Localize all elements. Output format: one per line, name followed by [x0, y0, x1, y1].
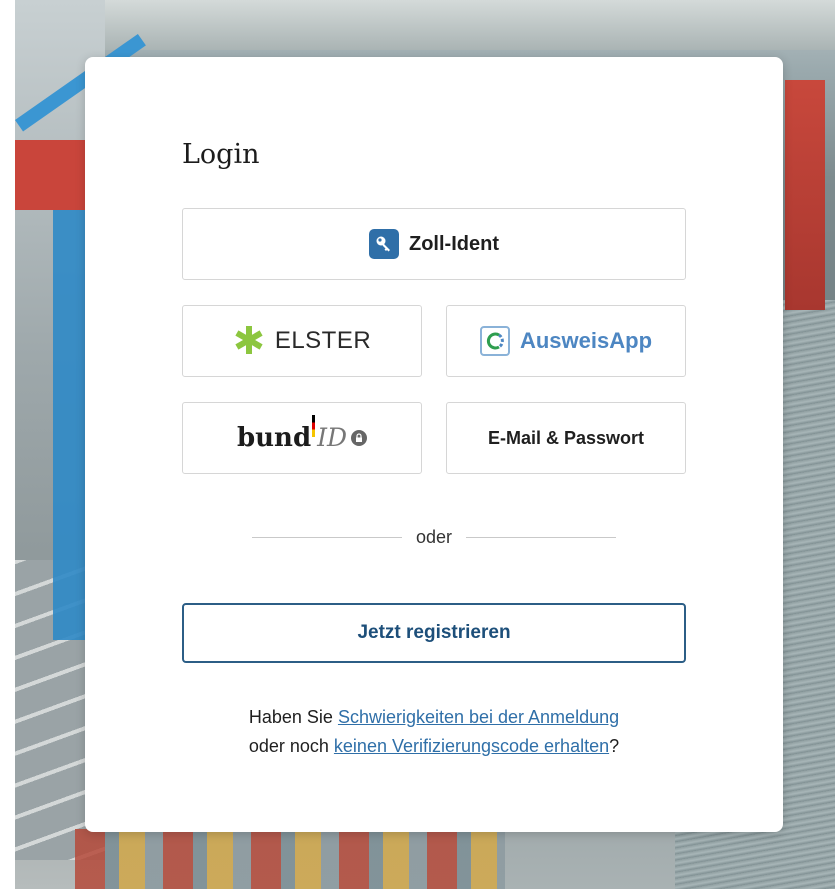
- login-card: Login Zoll-Ident ELSTER AusweisApp bund …: [85, 57, 783, 832]
- bg-containers: [75, 829, 505, 889]
- divider: oder: [252, 525, 616, 549]
- bundid-label-bund: bund: [236, 423, 312, 453]
- bundid-id-text: ID: [317, 423, 348, 452]
- verification-code-link[interactable]: keinen Verifizierungscode erhalten: [334, 736, 609, 756]
- bg-crane-blue: [53, 140, 87, 640]
- divider-line-right: [466, 536, 616, 538]
- ausweisapp-button[interactable]: AusweisApp: [446, 305, 686, 377]
- ausweisapp-label: AusweisApp: [519, 328, 653, 353]
- bg-crane-red: [15, 140, 85, 210]
- login-trouble-link[interactable]: Schwierigkeiten bei der Anmeldung: [338, 707, 619, 727]
- email-password-label: E-Mail & Passwort: [487, 427, 645, 448]
- elster-label: ELSTER: [274, 327, 372, 354]
- star-icon: [233, 324, 265, 363]
- help-text: Haben Sie Schwierigkeiten bei der Anmeld…: [182, 703, 686, 761]
- help-suffix: ?: [609, 736, 620, 756]
- email-password-button[interactable]: E-Mail & Passwort: [446, 402, 686, 474]
- divider-line-left: [252, 536, 402, 538]
- help-middle: oder noch: [248, 736, 334, 756]
- page-title: Login: [182, 139, 260, 170]
- lock-icon: [351, 430, 368, 446]
- elster-button[interactable]: ELSTER: [182, 305, 422, 377]
- zoll-ident-button[interactable]: Zoll-Ident: [182, 208, 686, 280]
- key-icon: [369, 229, 399, 259]
- register-label: Jetzt registrieren: [357, 622, 511, 643]
- help-prefix: Haben Sie: [248, 707, 338, 727]
- register-button[interactable]: Jetzt registrieren: [182, 603, 686, 663]
- zoll-ident-label: Zoll-Ident: [409, 232, 499, 255]
- bundid-logo: bund ID: [236, 415, 368, 453]
- flag-mark-icon: [312, 415, 316, 437]
- divider-text: oder: [415, 526, 453, 547]
- ausweisapp-logo-icon: [479, 326, 510, 356]
- bg-crane-red-right: [785, 80, 825, 310]
- bundid-label-id: ID: [312, 415, 348, 452]
- bundid-button[interactable]: bund ID: [182, 402, 422, 474]
